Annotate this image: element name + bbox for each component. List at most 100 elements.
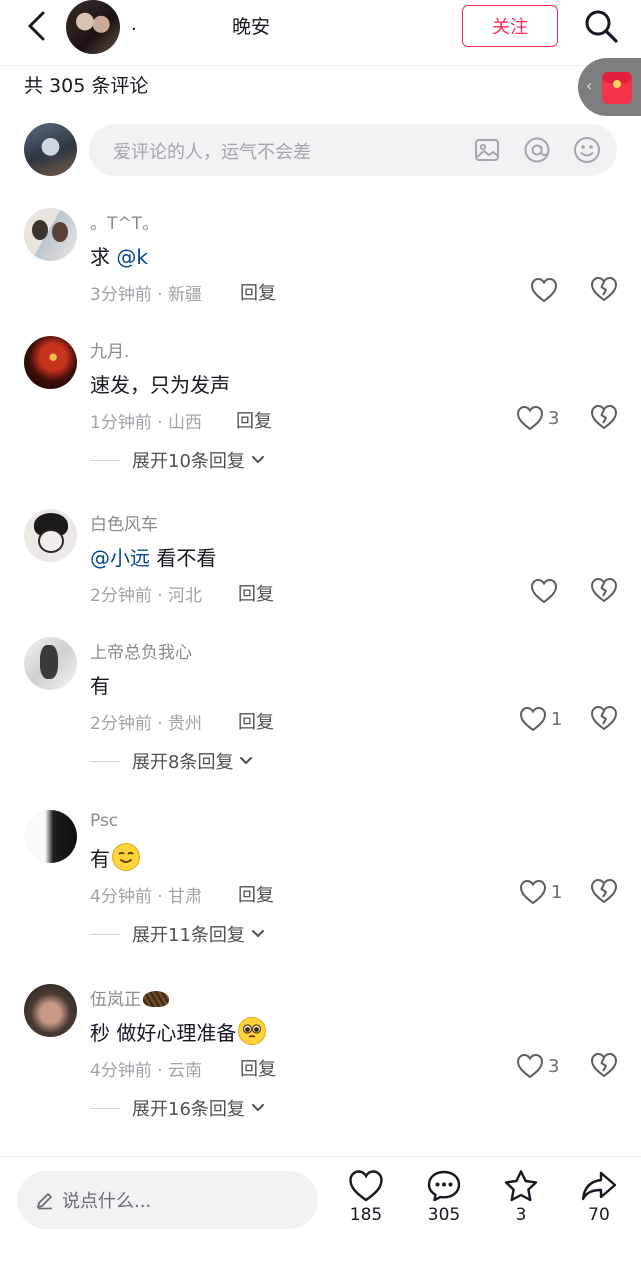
heart-icon (516, 1053, 544, 1079)
broken-heart-icon (590, 404, 618, 430)
user-avatar[interactable] (24, 637, 77, 690)
broken-heart-icon (590, 1052, 618, 1078)
emoji-icon[interactable] (573, 136, 601, 164)
comment-username-text: 伍岚正 (90, 990, 141, 1010)
reply-button[interactable]: 回复 (240, 279, 276, 305)
like-count: 3 (548, 1055, 560, 1077)
comment-text: 求 @k (90, 241, 148, 270)
heart-icon (519, 879, 547, 905)
comment-username[interactable]: 。T^T。 (90, 209, 159, 234)
expand-replies-button[interactable]: 展开10条回复 (90, 448, 265, 472)
chevron-down-icon (240, 757, 253, 765)
share-count: 70 (588, 1205, 610, 1225)
reply-button[interactable]: 回复 (238, 580, 274, 606)
mention-link[interactable]: @小远 (90, 546, 150, 570)
comment-username[interactable]: 伍岚正 (90, 985, 169, 1010)
comment-username[interactable]: 白色风车 (90, 510, 158, 535)
dislike-button[interactable] (590, 577, 618, 605)
author-name[interactable]: . (131, 14, 137, 35)
broken-heart-icon (590, 705, 618, 731)
red-envelope-icon (602, 72, 632, 104)
like-button[interactable]: 1 (519, 705, 562, 733)
video-title: 晚安 (232, 16, 271, 38)
like-count: 3 (548, 407, 560, 429)
mention-link[interactable]: @k (116, 245, 148, 269)
like-button[interactable]: 3 (516, 1052, 559, 1080)
search-icon (585, 10, 618, 43)
chevron-left-icon: ‹ (586, 76, 593, 95)
comment-text: 有 (90, 674, 110, 698)
comment-time-location: 1分钟前 · 山西 (90, 413, 203, 433)
user-avatar[interactable] (24, 509, 77, 562)
user-avatar[interactable] (24, 984, 77, 1037)
bottom-bar: 说点什么... 185 305 3 70 (0, 1156, 641, 1280)
say-something-input[interactable]: 说点什么... (17, 1171, 318, 1229)
divider (90, 459, 120, 461)
comment-time-location: 2分钟前 · 河北 (90, 586, 203, 606)
expand-replies-label: 展开10条回复 (132, 451, 245, 472)
expand-replies-button[interactable]: 展开8条回复 (90, 749, 253, 773)
dislike-button[interactable] (590, 276, 618, 304)
user-avatar[interactable] (24, 810, 77, 863)
expand-replies-button[interactable]: 展开16条回复 (90, 1096, 265, 1120)
like-video-button[interactable]: 185 (336, 1169, 396, 1225)
comment-text: 速发，只为发声 (90, 373, 230, 397)
user-avatar[interactable] (24, 336, 77, 389)
chevron-down-icon (251, 1104, 264, 1112)
reply-button[interactable]: 回复 (236, 407, 272, 433)
dislike-button[interactable] (590, 1052, 618, 1080)
comment-text: 秒 做好心理准备 (90, 1017, 267, 1046)
comment-time-location: 4分钟前 · 甘肃 (90, 887, 203, 907)
comment-text-prefix: 求 (90, 245, 117, 269)
like-button[interactable]: 3 (516, 404, 559, 432)
divider (90, 933, 120, 935)
comment-button[interactable]: 305 (414, 1169, 474, 1225)
comment-username[interactable]: 上帝总负我心 (90, 638, 192, 663)
at-mention-icon[interactable] (523, 136, 551, 164)
author-avatar[interactable] (66, 0, 120, 54)
red-packet-button[interactable]: ‹ (578, 58, 641, 116)
comment-text: @小远 看不看 (90, 542, 216, 571)
dislike-button[interactable] (590, 878, 618, 906)
hedgehog-emoji-icon (143, 991, 169, 1007)
expand-replies-button[interactable]: 展开11条回复 (90, 922, 265, 946)
comment-username[interactable]: 九月. (90, 337, 129, 362)
follow-button[interactable]: 关注 (462, 5, 558, 47)
share-button[interactable]: 70 (569, 1169, 629, 1225)
comment-count: 305 (427, 1205, 461, 1225)
back-button[interactable] (18, 8, 54, 44)
reply-button[interactable]: 回复 (240, 1055, 276, 1081)
comment-username[interactable]: Psc (90, 811, 118, 831)
broken-heart-icon (590, 878, 618, 904)
image-icon[interactable] (473, 136, 501, 164)
like-button[interactable]: 1 (519, 878, 562, 906)
search-button[interactable] (583, 8, 619, 44)
comment-text: 有 (90, 843, 140, 872)
reply-button[interactable]: 回复 (238, 881, 274, 907)
comment-count: 共 305 条评论 (24, 75, 149, 97)
heart-icon (349, 1170, 383, 1202)
favorite-button[interactable]: 3 (491, 1169, 551, 1225)
pleading-emoji-icon (238, 1017, 267, 1045)
comment-time-location: 4分钟前 · 云南 (90, 1061, 203, 1081)
broken-heart-icon (590, 577, 618, 603)
user-avatar[interactable] (24, 208, 77, 261)
like-button[interactable] (530, 577, 558, 605)
heart-icon (519, 706, 547, 732)
chevron-down-icon (251, 456, 264, 464)
dislike-button[interactable] (590, 404, 618, 432)
comment-input[interactable]: 爱评论的人，运气不会差 (89, 124, 617, 176)
chevron-left-icon (28, 11, 45, 41)
dislike-button[interactable] (590, 705, 618, 733)
comment-text-body: 有 (90, 847, 110, 871)
like-button[interactable] (530, 276, 558, 304)
say-something-placeholder: 说点什么... (62, 1191, 152, 1212)
divider (90, 1107, 120, 1109)
pencil-icon (37, 1193, 52, 1210)
comment-bubble-icon (427, 1170, 461, 1202)
heart-icon (530, 277, 558, 303)
comment-time-location: 3分钟前 · 新疆 (90, 285, 203, 305)
reply-button[interactable]: 回复 (238, 708, 274, 734)
heart-icon (530, 578, 558, 604)
expand-replies-label: 展开16条回复 (132, 1099, 245, 1120)
